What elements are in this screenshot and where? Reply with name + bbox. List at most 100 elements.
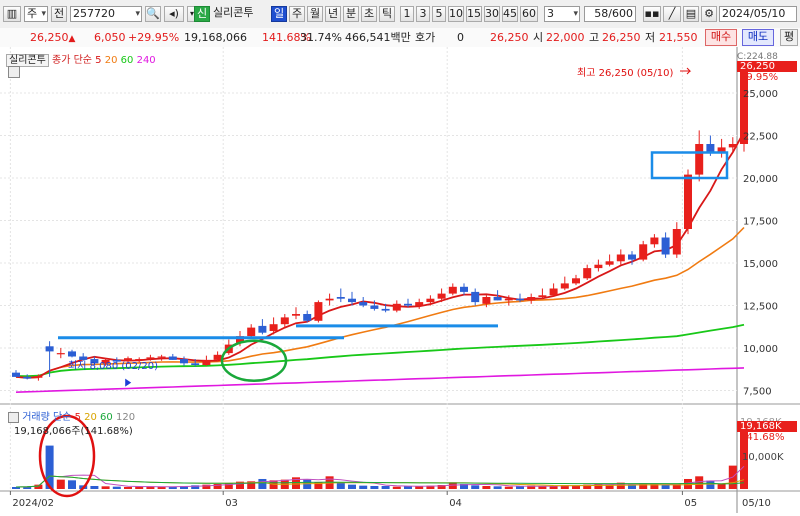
interval-3[interactable]: 3	[416, 6, 430, 22]
volume-bar	[370, 485, 379, 489]
candle-body	[213, 354, 222, 360]
save-icon[interactable]: ▤	[683, 6, 699, 22]
interval-60[interactable]: 60	[520, 6, 538, 22]
toolbar: ▥ 주 전 257720 🔍 ◂) ▾ 신 실리콘투 일 주 월 년 분 초 틱…	[0, 0, 800, 29]
ma-5: 5	[95, 55, 102, 66]
stock-name: 실리콘투	[211, 6, 265, 22]
candle-body	[549, 288, 558, 296]
eval-button[interactable]: 평	[780, 29, 798, 46]
candle-body	[650, 237, 659, 245]
indicator-icon[interactable]: ▪▪	[643, 6, 661, 22]
candle-body	[325, 298, 334, 301]
candlestick-chart[interactable]: 7,500 10,000 12,500 15,000 17,500 20,000 22,50…	[0, 47, 800, 513]
candle-body	[560, 283, 569, 289]
period-second[interactable]: 초	[361, 6, 377, 22]
candle-body	[68, 351, 76, 357]
interval-5-label: 5	[435, 7, 443, 20]
period-year[interactable]: 년	[325, 6, 341, 22]
interval-30-label: 30	[485, 7, 499, 20]
sound-icon[interactable]: ◂)	[164, 6, 184, 22]
new-badge-label: 신	[196, 7, 208, 20]
candle-body	[672, 229, 681, 255]
hoga-value: 0	[457, 31, 464, 44]
market-select-value: 주	[27, 7, 38, 20]
candle-body	[168, 356, 177, 360]
candle-body	[448, 286, 457, 294]
drawing-icon[interactable]: ╱	[663, 6, 681, 22]
volume-bar	[124, 486, 132, 489]
volume-bar	[101, 486, 110, 489]
interval-10[interactable]: 10	[448, 6, 464, 22]
x-tick-label: 04	[449, 498, 462, 509]
volume-bar	[661, 484, 670, 489]
period-month[interactable]: 월	[307, 6, 323, 22]
period-week[interactable]: 주	[289, 6, 305, 22]
settings-icon[interactable]: ⚙	[701, 6, 717, 22]
period-minute-label: 분	[345, 7, 357, 20]
prev-button-label: 전	[53, 7, 65, 20]
market-select[interactable]: 주	[24, 6, 48, 22]
panel-grid-icon[interactable]	[8, 66, 20, 78]
candle-body	[56, 353, 65, 355]
date-input[interactable]: 2024/05/10	[719, 6, 797, 22]
turnover-ratio: 31.74%	[300, 31, 342, 44]
volume-bar	[90, 485, 99, 489]
candle-body	[157, 356, 166, 358]
count-input[interactable]: 58/600	[584, 6, 636, 22]
period-day[interactable]: 일	[271, 6, 287, 22]
ma-60: 60	[120, 55, 134, 66]
volume-bar	[493, 486, 502, 489]
search-icon[interactable]: 🔍	[145, 6, 161, 22]
period-tick-label: 틱	[381, 7, 393, 20]
ask-price: 26,250	[490, 31, 529, 44]
interval-45[interactable]: 45	[502, 6, 518, 22]
volume-bar	[34, 484, 43, 489]
volume-bar	[336, 482, 345, 489]
chart-type-icon[interactable]: ▥	[3, 6, 21, 22]
open-price: 22,000	[546, 31, 585, 44]
y-tick-label: 12,500	[743, 302, 778, 313]
sell-button[interactable]: 매도	[742, 29, 774, 46]
ma-240: 240	[136, 55, 156, 66]
candle-body	[639, 244, 648, 260]
candle-body	[695, 144, 704, 175]
volume-grid-icon[interactable]	[8, 411, 19, 423]
stock-code-value: 257720	[73, 7, 115, 20]
volume-bar	[157, 486, 166, 489]
interval-1[interactable]: 1	[400, 6, 414, 22]
candle-body	[348, 298, 356, 303]
prev-button[interactable]: 전	[51, 6, 67, 22]
volume-bar	[359, 485, 368, 489]
chart-area[interactable]: 7,500 10,000 12,500 15,000 17,500 20,000 22,50…	[0, 47, 800, 513]
period-minute[interactable]: 분	[343, 6, 359, 22]
y-tick-label: 7,500	[743, 387, 772, 398]
interval-select[interactable]: 3	[544, 6, 580, 22]
period-tick[interactable]: 틱	[379, 6, 395, 22]
buy-button[interactable]: 매수	[705, 29, 737, 46]
interval-45-label: 45	[503, 7, 517, 20]
interval-15[interactable]: 15	[466, 6, 482, 22]
volume-bar	[706, 480, 715, 489]
interval-5[interactable]: 5	[432, 6, 446, 22]
candle-body	[12, 372, 20, 377]
volume-info: 19,168,066주(141.68%)	[14, 426, 133, 437]
candle-body	[504, 298, 513, 301]
candle-body	[706, 144, 715, 152]
candle-body	[381, 308, 390, 311]
high-price: 26,250	[602, 31, 641, 44]
x-end-label: 05/10	[742, 498, 771, 509]
candle-body	[594, 264, 603, 269]
period-second-label: 초	[363, 7, 375, 20]
y-tick-label: 25,000	[743, 89, 778, 100]
price-panel-header: 실리콘투 종가 단순 5 20 60 240	[6, 51, 156, 67]
candle-body	[392, 303, 401, 311]
up-arrow-icon: ▲	[68, 34, 76, 44]
volume-today: 19,168,066	[184, 31, 247, 44]
date-value: 2024/05/10	[722, 7, 786, 20]
interval-30[interactable]: 30	[484, 6, 500, 22]
volume-pct-tag: 141.68%	[740, 432, 785, 443]
candle-body	[684, 174, 692, 229]
stock-code-input[interactable]: 257720	[70, 6, 142, 22]
candle-body	[661, 237, 670, 255]
hoga-label: 호가	[415, 31, 436, 44]
